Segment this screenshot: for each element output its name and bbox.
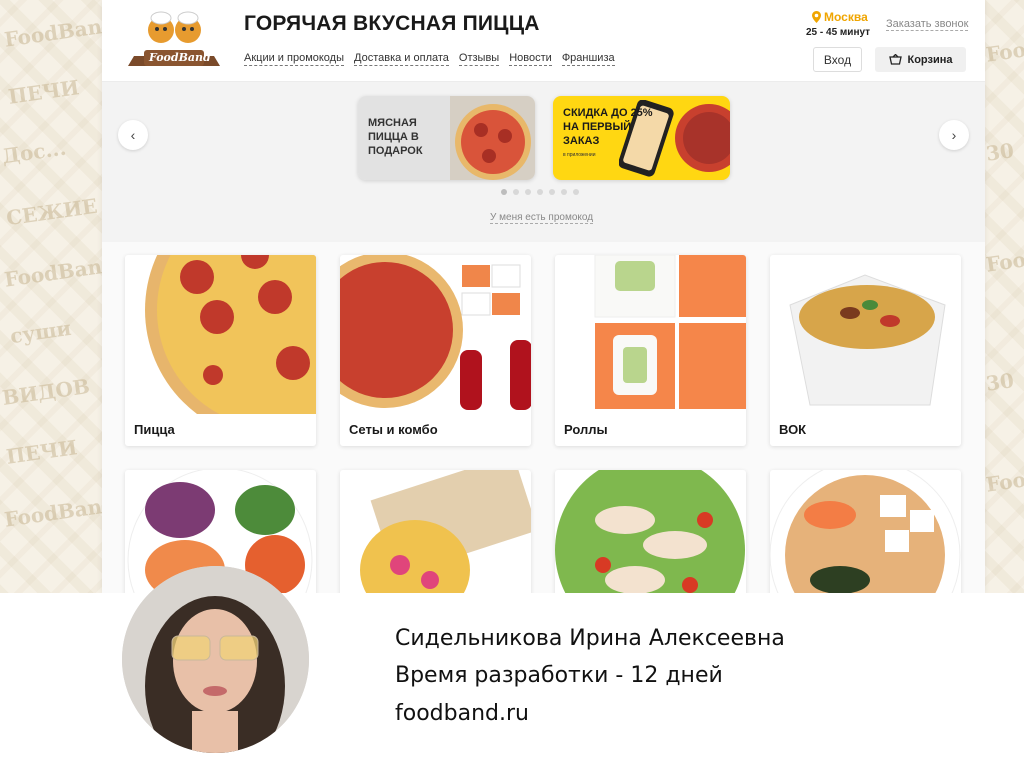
carousel-next-button[interactable]: › bbox=[939, 120, 969, 150]
login-button[interactable]: Вход bbox=[813, 47, 862, 72]
pizza-image bbox=[145, 255, 316, 414]
nav-news[interactable]: Новости bbox=[509, 52, 552, 66]
carousel-dot[interactable] bbox=[549, 189, 555, 195]
category-card-wok[interactable]: ВОК bbox=[770, 255, 961, 446]
carousel-dot[interactable] bbox=[537, 189, 543, 195]
category-card-salad[interactable] bbox=[555, 470, 746, 593]
nav-franchise[interactable]: Франшиза bbox=[561, 52, 615, 66]
carousel-dot[interactable] bbox=[561, 189, 567, 195]
development-time: Время разработки - 12 дней bbox=[395, 663, 723, 688]
site-window: FoodBand ГОРЯЧАЯ ВКУСНАЯ ПИЦЦА Акции и п… bbox=[102, 0, 985, 593]
carousel-dot[interactable] bbox=[501, 189, 507, 195]
category-card-rolls[interactable]: Роллы bbox=[555, 255, 746, 446]
category-card-soup[interactable] bbox=[770, 470, 961, 593]
nav-delivery[interactable]: Доставка и оплата bbox=[354, 52, 449, 66]
combo-image bbox=[340, 255, 531, 410]
background-doodles-right: Foo 30 Foo 30 Foo bbox=[984, 37, 1024, 497]
carousel-dot[interactable] bbox=[573, 189, 579, 195]
category-label: Роллы bbox=[564, 422, 608, 437]
nav-reviews[interactable]: Отзывы bbox=[458, 52, 500, 66]
rolls-image bbox=[594, 255, 746, 409]
logo-text: FoodBand bbox=[149, 51, 211, 64]
city-selector[interactable]: Москва bbox=[812, 10, 868, 24]
cart-button[interactable]: Корзина bbox=[875, 47, 966, 72]
foodband-logo[interactable] bbox=[124, 8, 224, 74]
category-label: Сеты и комбо bbox=[349, 422, 438, 437]
nav-promotions[interactable]: Акции и промокоды bbox=[244, 52, 345, 66]
carousel-dot[interactable] bbox=[513, 189, 519, 195]
avatar bbox=[122, 566, 309, 753]
category-label: ВОК bbox=[779, 422, 807, 437]
salad-image bbox=[555, 470, 745, 593]
promo-carousel: ‹ МЯСНАЯ ПИЦЦА В ПОДАРОК СКИДКА ДО 25% Н… bbox=[102, 82, 985, 242]
location-pin-icon bbox=[812, 11, 821, 23]
page-title: ГОРЯЧАЯ ВКУСНАЯ ПИЦЦА bbox=[244, 12, 540, 35]
carousel-dot[interactable] bbox=[525, 189, 531, 195]
category-card-pizza[interactable]: Пицца bbox=[125, 255, 316, 446]
wok-image bbox=[789, 274, 946, 406]
background-doodles-left: FoodBand ПЕЧИ Дос... СЕЖИЕ FoodBand суши… bbox=[0, 12, 102, 532]
promo-banner-app-discount[interactable]: СКИДКА ДО 25% НА ПЕРВЫЙ ЗАКАЗ в приложен… bbox=[553, 96, 730, 180]
delivery-time: 25 - 45 минут bbox=[806, 27, 871, 38]
promo-banner-meat-pizza[interactable]: МЯСНАЯ ПИЦЦА В ПОДАРОК bbox=[358, 96, 535, 180]
soup-image bbox=[770, 470, 961, 593]
carousel-prev-button[interactable]: ‹ bbox=[118, 120, 148, 150]
promo-code-link[interactable]: У меня есть промокод bbox=[490, 212, 594, 224]
promo2-subtext: в приложении bbox=[563, 152, 596, 158]
author-name: Сидельникова Ирина Алексеевна bbox=[395, 626, 785, 651]
food-banner-image bbox=[675, 104, 730, 172]
author-photo bbox=[122, 566, 309, 753]
promo1-text: МЯСНАЯ ПИЦЦА В ПОДАРОК bbox=[368, 117, 423, 157]
site-header: FoodBand ГОРЯЧАЯ ВКУСНАЯ ПИЦЦА Акции и п… bbox=[102, 0, 985, 82]
promo2-text: СКИДКА ДО 25% НА ПЕРВЫЙ ЗАКАЗ bbox=[563, 107, 653, 147]
main-nav: Акции и промокоды Доставка и оплата Отзы… bbox=[244, 52, 615, 66]
city-name: Москва bbox=[824, 10, 868, 24]
basket-icon bbox=[888, 54, 902, 65]
site-url: foodband.ru bbox=[395, 701, 529, 726]
callback-link[interactable]: Заказать звонок bbox=[886, 18, 969, 31]
cart-label: Корзина bbox=[907, 53, 953, 66]
category-card-shawarma[interactable] bbox=[340, 470, 531, 593]
category-card-combo[interactable]: Сеты и комбо bbox=[340, 255, 531, 446]
pizza-banner-image bbox=[455, 104, 531, 180]
carousel-dots bbox=[501, 189, 579, 195]
category-label: Пицца bbox=[134, 422, 175, 437]
category-grid: Пицца Сеты и комбо Роллы ВОК bbox=[102, 242, 985, 593]
shawarma-image bbox=[360, 470, 531, 593]
chevron-right-icon: › bbox=[951, 127, 957, 143]
chevron-left-icon: ‹ bbox=[130, 127, 136, 143]
